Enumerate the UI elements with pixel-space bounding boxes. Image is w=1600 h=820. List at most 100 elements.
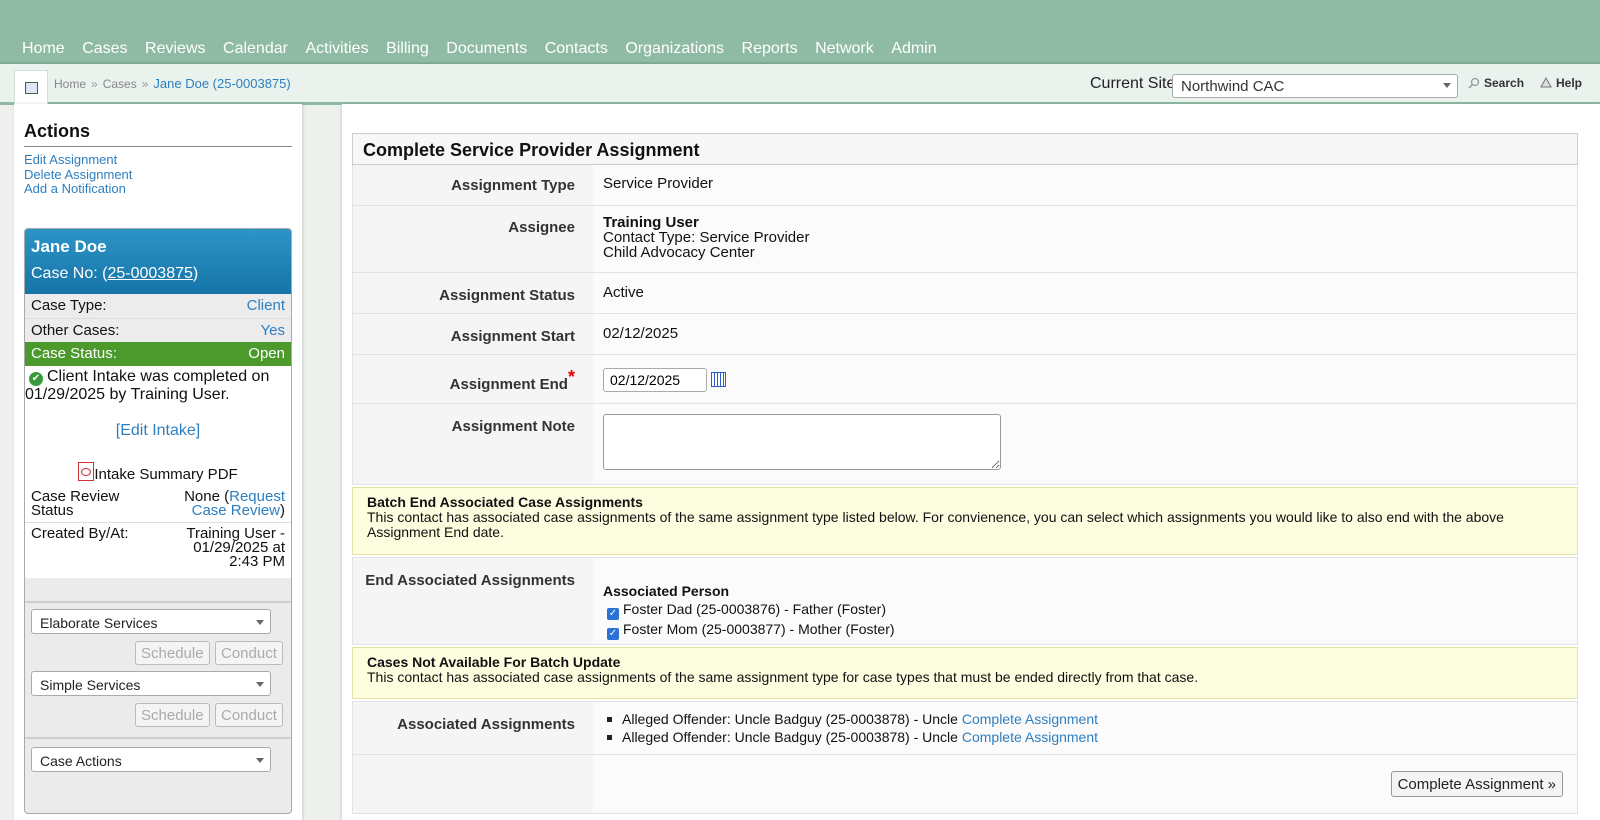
created-label: Created By/At:	[31, 525, 129, 542]
assignee-row: Assignee Training User Contact Type: Ser…	[352, 206, 1578, 273]
delete-assignment-link[interactable]: Delete Assignment	[24, 167, 132, 183]
complete-assignment-button[interactable]: Complete Assignment »	[1390, 771, 1563, 797]
assignment-type-value: Service Provider	[593, 165, 1577, 205]
divider	[25, 737, 291, 739]
assignment-end-label-text: Assignment End	[449, 376, 568, 393]
chevron-down-icon	[256, 758, 264, 763]
assignment-type-label: Assignment Type	[451, 177, 575, 194]
breadcrumb-current[interactable]: Jane Doe (25-0003875)	[153, 76, 290, 91]
breadcrumb-home[interactable]: Home	[54, 77, 86, 91]
checkbox[interactable]: ✓	[607, 608, 619, 620]
nav-documents[interactable]: Documents	[446, 40, 527, 58]
other-cases-value[interactable]: Yes	[261, 322, 285, 339]
help-icon	[1540, 77, 1552, 88]
simple-schedule-button[interactable]: Schedule	[135, 703, 210, 727]
current-site-label: Current Site	[1090, 75, 1176, 92]
nav-admin[interactable]: Admin	[891, 40, 936, 58]
nav-reviews[interactable]: Reviews	[145, 40, 205, 58]
case-review-row: Case Review Status None (Request Case Re…	[25, 486, 291, 522]
search-label: Search	[1484, 76, 1525, 90]
simple-services-select[interactable]: Simple Services	[31, 671, 271, 696]
case-number-link[interactable]: 25-0003875	[107, 265, 192, 282]
add-notification-link[interactable]: Add a Notification	[24, 181, 132, 197]
created-row: Created By/At: Training User - 01/29/202…	[25, 522, 291, 578]
unavailable-notice: Cases Not Available For Batch Update Thi…	[352, 647, 1578, 699]
associated-assignments-value: Alleged Offender: Uncle Badguy (25-00038…	[593, 702, 1577, 754]
intake-pdf-label: Intake Summary PDF	[94, 466, 238, 483]
main-content: Complete Service Provider Assignment Ass…	[342, 104, 1600, 820]
assignment-status-label: Assignment Status	[439, 287, 575, 304]
elaborate-conduct-button[interactable]: Conduct	[215, 641, 283, 665]
simple-conduct-button[interactable]: Conduct	[215, 703, 283, 727]
required-marker: *	[567, 367, 575, 387]
assignment-end-row: Assignment End*	[352, 355, 1578, 404]
case-actions-value: Case Actions	[40, 753, 122, 769]
search-link[interactable]: Search	[1468, 76, 1524, 90]
bullet-icon	[607, 735, 612, 740]
window-icon	[25, 82, 38, 94]
assignment-text: Alleged Offender: Uncle Badguy (25-00038…	[622, 729, 962, 745]
elaborate-schedule-button[interactable]: Schedule	[135, 641, 210, 665]
current-site-select[interactable]: Northwind CAC	[1172, 74, 1458, 98]
current-site-value: Northwind CAC	[1181, 78, 1285, 95]
elaborate-services-select[interactable]: Elaborate Services	[31, 609, 271, 634]
help-link[interactable]: Help	[1540, 76, 1582, 90]
nav-reports[interactable]: Reports	[742, 40, 798, 58]
unavailable-text: This contact has associated case assignm…	[367, 669, 1199, 685]
elaborate-services-value: Elaborate Services	[40, 615, 158, 631]
assignment-note-textarea[interactable]	[603, 414, 1001, 470]
nav-cases[interactable]: Cases	[82, 40, 127, 58]
assignee-name: Training User	[603, 214, 699, 231]
intake-pdf-row: Intake Summary PDF	[25, 446, 291, 486]
associated-person-header: Associated Person	[603, 583, 730, 599]
assignment-end-input[interactable]	[603, 368, 707, 392]
checkbox[interactable]: ✓	[607, 628, 619, 640]
main-nav: Home Cases Reviews Calendar Activities B…	[22, 40, 954, 58]
edit-assignment-link[interactable]: Edit Assignment	[24, 152, 132, 168]
assignment-text: Alleged Offender: Uncle Badguy (25-00038…	[622, 711, 962, 727]
case-number-suffix: )	[192, 265, 199, 282]
nav-activities[interactable]: Activities	[305, 40, 368, 58]
assignment-form: Complete Service Provider Assignment Ass…	[352, 133, 1578, 814]
nav-billing[interactable]: Billing	[386, 40, 429, 58]
case-summary-box: Jane Doe Case No: (25-0003875) Case Type…	[24, 228, 292, 814]
case-actions-select[interactable]: Case Actions	[31, 747, 271, 772]
case-review-value: None (Request Case Review)	[170, 489, 285, 518]
associated-person-label: Foster Dad (25-0003876) - Father (Foster…	[623, 601, 886, 617]
assignment-type-row: Assignment Type Service Provider	[352, 165, 1578, 206]
nav-home[interactable]: Home	[22, 40, 65, 58]
calendar-icon[interactable]	[711, 372, 726, 387]
assignee-org: Child Advocacy Center	[603, 244, 755, 261]
associated-person-item: ✓ Foster Dad (25-0003876) - Father (Foste…	[603, 600, 1577, 620]
nav-contacts[interactable]: Contacts	[545, 40, 608, 58]
page-icon	[14, 70, 48, 107]
other-cases-label: Other Cases:	[31, 322, 120, 339]
breadcrumb-cases[interactable]: Cases	[103, 77, 137, 91]
case-type-value[interactable]: Client	[247, 297, 285, 315]
submit-cell: Complete Assignment »	[593, 755, 1577, 813]
chevron-down-icon	[256, 620, 264, 625]
assignment-start-label: Assignment Start	[450, 328, 575, 345]
case-type-row: Case Type: Client	[25, 294, 291, 318]
search-icon	[1468, 77, 1480, 89]
associated-person-item: ✓ Foster Mom (25-0003877) - Mother (Foste…	[603, 620, 1577, 640]
assignment-end-value	[593, 355, 1577, 403]
nav-network[interactable]: Network	[815, 40, 874, 58]
end-associated-label: End Associated Assignments	[365, 572, 575, 589]
case-status-label: Case Status:	[31, 345, 117, 362]
intake-message-text: Client Intake was completed on 01/29/202…	[25, 368, 270, 403]
edit-intake-link[interactable]: [Edit Intake]	[116, 422, 201, 439]
assignment-status-value: Active	[593, 273, 1577, 313]
breadcrumb: Home» Cases» Jane Doe (25-0003875)	[54, 76, 291, 91]
complete-assignment-link[interactable]: Complete Assignment	[962, 711, 1098, 727]
case-number-prefix: Case No: (	[31, 265, 108, 282]
form-title: Complete Service Provider Assignment	[352, 133, 1578, 165]
nav-organizations[interactable]: Organizations	[625, 40, 724, 58]
bullet-icon	[607, 717, 612, 722]
case-status-row: Case Status: Open	[25, 342, 291, 366]
unavailable-title: Cases Not Available For Batch Update	[367, 654, 621, 670]
nav-calendar[interactable]: Calendar	[223, 40, 288, 58]
assignee-value: Training User Contact Type: Service Prov…	[593, 206, 1577, 272]
intake-summary-pdf-link[interactable]: Intake Summary PDF	[78, 462, 238, 483]
complete-assignment-link[interactable]: Complete Assignment	[962, 729, 1098, 745]
